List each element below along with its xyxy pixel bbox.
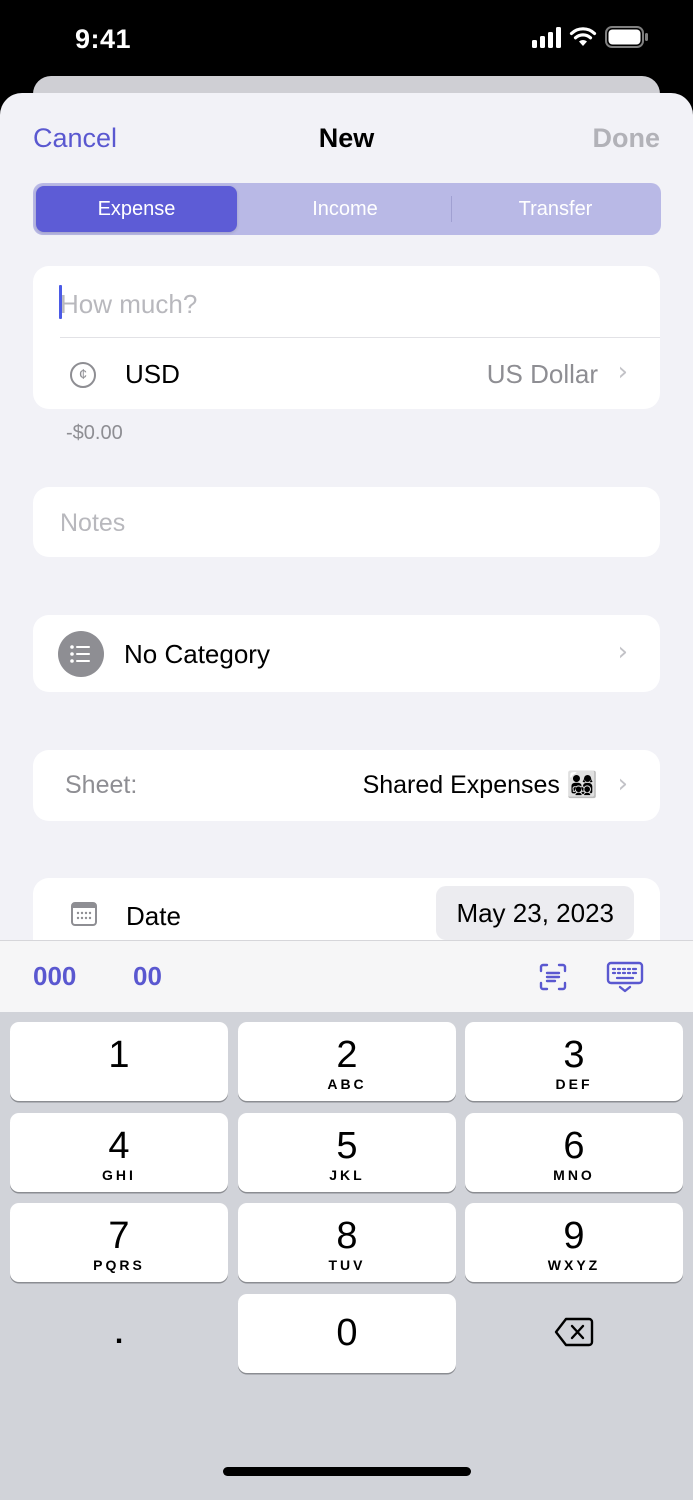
key-letters: DEF: [555, 1076, 593, 1092]
key-letters: JKL: [329, 1167, 365, 1183]
key-8[interactable]: 8 TUV: [238, 1203, 456, 1282]
delete-backward-icon: [554, 1317, 594, 1347]
key-5[interactable]: 5 JKL: [238, 1113, 456, 1192]
home-indicator: [223, 1467, 471, 1476]
currency-code: USD: [125, 359, 180, 389]
keyboard-accessory-bar: 000 00: [0, 940, 693, 1012]
keyboard-dismiss-icon[interactable]: [606, 961, 644, 993]
text-cursor: [59, 285, 62, 319]
date-picker-button[interactable]: May 23, 2023: [436, 886, 634, 940]
status-icons: [532, 26, 649, 48]
status-time: 9:41: [75, 24, 132, 54]
key-letters: ABC: [327, 1076, 367, 1092]
battery-icon: [605, 26, 648, 48]
key-9[interactable]: 9 WXYZ: [465, 1203, 683, 1282]
key-number: 4: [108, 1125, 130, 1167]
converted-amount: -$0.00: [66, 422, 123, 444]
amount-input[interactable]: [60, 284, 630, 324]
status-bar: 9:41: [0, 0, 693, 76]
numeric-keyboard: 1 2 ABC 3 DEF 4 GHI 5 JKL 6 MNO 7 PQRS 8…: [0, 1012, 693, 1500]
segment-transfer[interactable]: Transfer: [453, 186, 658, 232]
key-number: 5: [336, 1125, 358, 1167]
currency-icon: ¢: [70, 362, 96, 388]
segment-income[interactable]: Income: [241, 186, 449, 232]
key-letters: TUV: [328, 1257, 366, 1273]
date-label: Date: [126, 901, 181, 931]
key-letters: WXYZ: [547, 1257, 601, 1273]
key-3[interactable]: 3 DEF: [465, 1022, 683, 1101]
cellular-signal-icon: [532, 26, 561, 48]
done-button[interactable]: Done: [593, 123, 661, 154]
notes-card: [33, 487, 660, 557]
key-2[interactable]: 2 ABC: [238, 1022, 456, 1101]
cancel-button[interactable]: Cancel: [33, 123, 117, 154]
key-0[interactable]: 0: [238, 1294, 456, 1373]
key-number: 3: [563, 1034, 585, 1076]
chevron-right-icon: ›: [617, 357, 628, 387]
scan-text-icon[interactable]: [538, 962, 568, 992]
notes-input[interactable]: [60, 503, 630, 543]
calendar-icon: [71, 902, 97, 926]
key-number: 1: [108, 1034, 130, 1076]
key-decimal[interactable]: .: [10, 1294, 228, 1373]
wifi-icon: [569, 27, 597, 46]
key-number: 9: [563, 1215, 585, 1257]
key-number: 7: [108, 1215, 130, 1257]
key-delete[interactable]: [465, 1294, 683, 1373]
double-zero-button[interactable]: 00: [133, 961, 162, 992]
chevron-right-icon: ›: [617, 769, 628, 799]
key-4[interactable]: 4 GHI: [10, 1113, 228, 1192]
category-row[interactable]: No Category ›: [33, 615, 660, 692]
key-7[interactable]: 7 PQRS: [10, 1203, 228, 1282]
segment-expense[interactable]: Expense: [36, 186, 237, 232]
key-number: 8: [336, 1215, 358, 1257]
key-letters: MNO: [553, 1167, 595, 1183]
transaction-type-segmented-control: Expense Income Transfer: [33, 183, 661, 235]
sheet-row[interactable]: Sheet: Shared Expenses 👨‍👩‍👧‍👦 ›: [33, 750, 660, 821]
list-icon: [58, 631, 104, 677]
key-number: 6: [563, 1125, 585, 1167]
key-6[interactable]: 6 MNO: [465, 1113, 683, 1192]
chevron-right-icon: ›: [617, 637, 628, 667]
key-letters: GHI: [102, 1167, 136, 1183]
key-number: 2: [336, 1034, 358, 1076]
key-number: 0: [336, 1312, 358, 1354]
sheet-label: Sheet:: [65, 771, 138, 799]
currency-row[interactable]: ¢ USD US Dollar ›: [33, 338, 660, 409]
amount-card: ¢ USD US Dollar ›: [33, 266, 660, 409]
key-1[interactable]: 1: [10, 1022, 228, 1101]
category-label: No Category: [124, 639, 270, 669]
triple-zero-button[interactable]: 000: [33, 961, 76, 992]
segment-divider: [451, 196, 452, 222]
sheet-value: Shared Expenses 👨‍👩‍👧‍👦: [362, 771, 598, 799]
key-letters: PQRS: [93, 1257, 145, 1273]
currency-name: US Dollar: [486, 359, 598, 389]
